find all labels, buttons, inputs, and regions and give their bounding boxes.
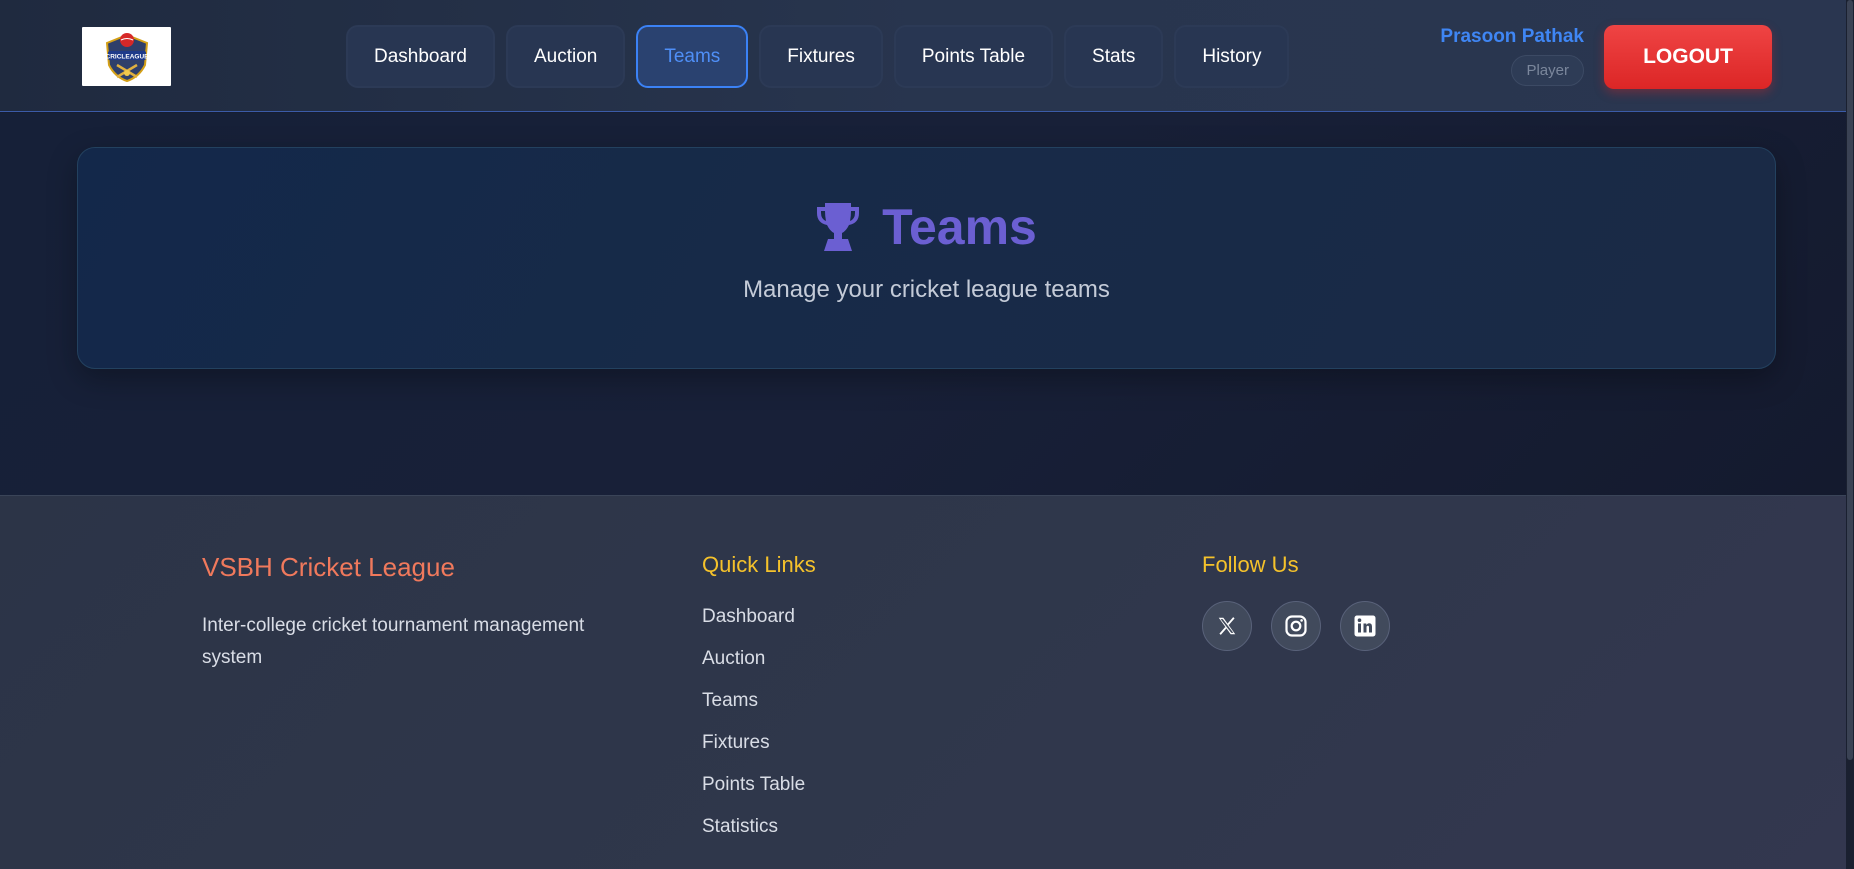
- logo-text: CRICLEAGUE: [105, 53, 149, 60]
- footer-description: Inter-college cricket tournament managem…: [202, 615, 585, 668]
- scrollbar-thumb[interactable]: [1847, 0, 1853, 760]
- page-title-row: Teams: [78, 198, 1775, 256]
- linkedin-icon: [1354, 615, 1376, 637]
- footer-brand: VSBH Cricket League: [202, 552, 455, 582]
- logout-button[interactable]: LOGOUT: [1604, 25, 1772, 89]
- follow-us-heading: Follow Us: [1202, 552, 1299, 577]
- x-icon: [1218, 617, 1236, 635]
- x-link[interactable]: [1202, 601, 1252, 651]
- instagram-icon: [1285, 615, 1307, 637]
- page-header-card: Teams Manage your cricket league teams: [77, 147, 1776, 369]
- footer-link-teams[interactable]: Teams: [702, 690, 805, 732]
- footer-link-auction[interactable]: Auction: [702, 648, 805, 690]
- nav-stats[interactable]: Stats: [1064, 25, 1164, 88]
- nav-fixtures[interactable]: Fixtures: [759, 25, 883, 88]
- page-scrollbar[interactable]: [1846, 0, 1854, 869]
- nav-dashboard[interactable]: Dashboard: [346, 25, 495, 88]
- nav-history[interactable]: History: [1174, 25, 1290, 88]
- instagram-link[interactable]: [1271, 601, 1321, 651]
- quick-links-list: Dashboard Auction Teams Fixtures Points …: [702, 606, 805, 858]
- page-title: Teams: [882, 199, 1037, 255]
- user-name: Prasoon Pathak: [1440, 26, 1584, 47]
- footer-link-fixtures[interactable]: Fixtures: [702, 732, 805, 774]
- site-footer: VSBH Cricket League Inter-college cricke…: [0, 495, 1854, 869]
- page-subtitle: Manage your cricket league teams: [743, 276, 1110, 303]
- league-logo[interactable]: CRICLEAGUE: [82, 27, 171, 86]
- footer-link-dashboard[interactable]: Dashboard: [702, 606, 805, 648]
- main-nav: Dashboard Auction Teams Fixtures Points …: [346, 25, 1290, 88]
- linkedin-link[interactable]: [1340, 601, 1390, 651]
- nav-points-table[interactable]: Points Table: [893, 25, 1054, 88]
- role-badge: Player: [1511, 55, 1584, 86]
- nav-teams[interactable]: Teams: [636, 25, 749, 88]
- footer-link-statistics[interactable]: Statistics: [702, 816, 805, 858]
- main-content: Teams Manage your cricket league teams: [0, 113, 1854, 495]
- top-navbar: CRICLEAGUE Dashboard Auction Teams Fixtu…: [0, 0, 1854, 112]
- league-logo-image: CRICLEAGUE: [105, 32, 149, 82]
- nav-auction[interactable]: Auction: [505, 25, 626, 88]
- trophy-icon: [817, 203, 860, 251]
- social-links: [1202, 601, 1390, 651]
- user-info: Prasoon Pathak Player: [1440, 26, 1584, 86]
- quick-links-heading: Quick Links: [702, 552, 816, 577]
- footer-link-points-table[interactable]: Points Table: [702, 774, 805, 816]
